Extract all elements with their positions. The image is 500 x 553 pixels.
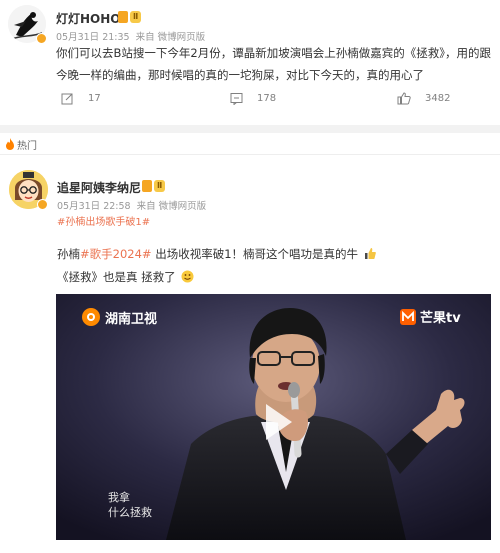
post-text-part: 出场收视率破1！楠哥这个唱功是真的牛: [151, 247, 359, 261]
username[interactable]: 灯灯HOHO: [56, 10, 121, 27]
post-time[interactable]: 05月31日 22:58: [57, 201, 131, 212]
post-source: 微博网页版: [158, 201, 207, 212]
post-meta: 05月31日 22:58 来自 微博网页版: [57, 198, 206, 212]
comment-button[interactable]: 178: [230, 92, 276, 105]
like-button[interactable]: 3482: [397, 92, 450, 105]
verified-badge-icon: [36, 33, 47, 44]
post-text-line: 今晚一样的编曲，那时候唱的真的一坨狗屎，对比下今天的，真的用心了: [56, 68, 424, 82]
action-bar: 17 178 3482: [0, 92, 500, 112]
level-badge: Ⅱ: [130, 11, 142, 23]
repost-count: 17: [88, 93, 101, 104]
smile-emoji-icon: [181, 270, 194, 283]
post-text-line: 孙楠#歌手2024# 出场收视率破1！楠哥这个唱功是真的牛: [57, 243, 376, 266]
username[interactable]: 追星阿姨李纳尼: [57, 179, 141, 196]
comment-icon: [230, 93, 243, 105]
post-text-line: 你们可以去B站搜一下今年2月份，谭晶新加坡演唱会上孙楠做嘉宾的《拯救》，用的跟: [56, 46, 491, 60]
post-text: 你们可以去B站搜一下今年2月份，谭晶新加坡演唱会上孙楠做嘉宾的《拯救》，用的跟 …: [56, 42, 491, 86]
subtitle-line: 什么拯救: [108, 506, 152, 519]
post-meta: 05月31日 21:35 来自 微博网页版: [56, 29, 205, 43]
repost-icon: [61, 93, 73, 105]
mango-tv-logo-icon: [400, 308, 416, 325]
vip-crown-icon: [142, 180, 152, 192]
hot-label: 热门: [17, 141, 37, 152]
topic-tag[interactable]: #孙楠出场歌手破1#: [57, 217, 150, 228]
video-subtitle: 我拿 什么拯救: [108, 490, 152, 520]
post-text-part: 孙楠: [57, 247, 80, 261]
section-separator: [0, 125, 500, 133]
thumbs-up-emoji-icon: [364, 248, 376, 259]
thumbs-up-icon: [397, 92, 411, 105]
channel-name: 湖南卫视: [105, 311, 158, 327]
subtitle-line: 我拿: [108, 491, 130, 504]
like-count: 3482: [425, 93, 451, 104]
post-card-1: 灯灯HOHO Ⅱ 05月31日 21:35 来自 微博网页版 你们可以去B站搜一…: [0, 0, 500, 125]
topic-tag-link[interactable]: #孙楠出场歌手破1#: [57, 213, 150, 228]
post-text: 孙楠#歌手2024# 出场收视率破1！楠哥这个唱功是真的牛 《拯救》也是真 拯救…: [57, 243, 376, 289]
comment-count: 178: [257, 93, 277, 104]
channel-logo: 湖南卫视: [81, 307, 157, 327]
brand-logo: 芒果tv: [399, 307, 461, 326]
video-player[interactable]: 湖南卫视 芒果tv 我拿 什么拯救: [56, 294, 491, 540]
brand-name: 芒果tv: [420, 311, 461, 326]
hunan-tv-logo-icon: [82, 308, 100, 326]
hot-section-header: 热门: [0, 133, 500, 155]
post-text-part: 《拯救》也是真 拯救了: [57, 270, 176, 284]
source-prefix: 来自: [136, 201, 156, 212]
verified-badge-icon: [37, 199, 48, 210]
vip-crown-icon: [118, 11, 128, 23]
hashtag-link[interactable]: #歌手2024#: [80, 247, 152, 261]
fire-icon: [6, 138, 14, 150]
repost-button[interactable]: 17: [61, 92, 101, 105]
level-badge: Ⅱ: [154, 180, 166, 192]
post-text-line: 《拯救》也是真 拯救了: [57, 266, 376, 289]
